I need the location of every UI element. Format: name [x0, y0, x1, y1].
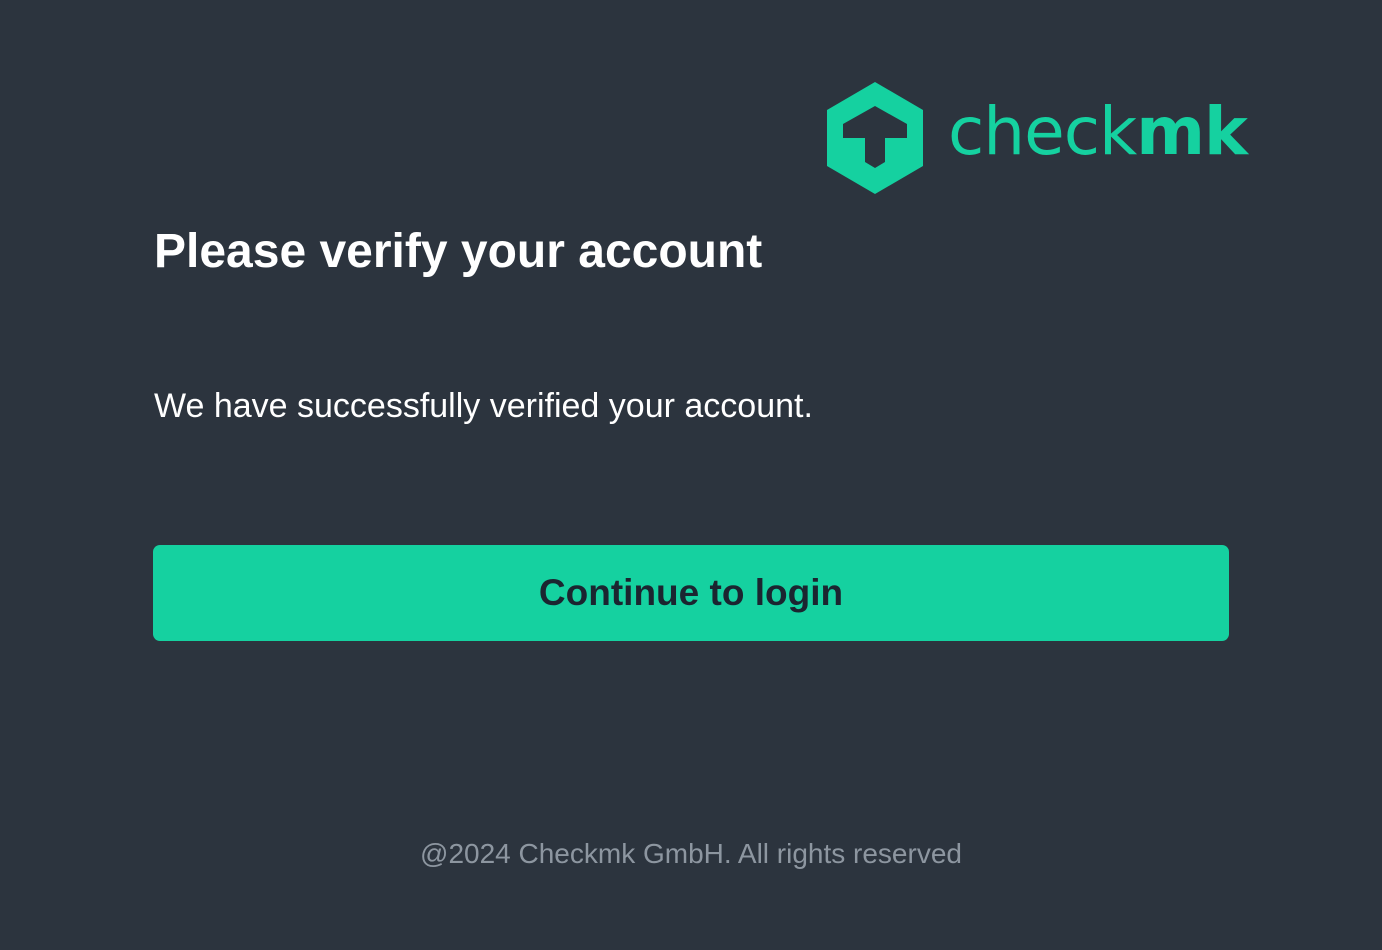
wordmark-bold: mk	[1136, 93, 1248, 170]
checkmk-logo: checkmk	[827, 82, 1248, 194]
wordmark-light: check	[948, 93, 1137, 170]
checkmk-hexagon-icon	[827, 82, 923, 194]
page-title: Please verify your account	[154, 225, 763, 278]
verification-message: We have successfully verified your accou…	[154, 387, 813, 425]
footer-copyright: @2024 Checkmk GmbH. All rights reserved	[420, 838, 962, 869]
continue-to-login-button[interactable]: Continue to login	[153, 545, 1229, 641]
checkmk-wordmark: checkmk	[948, 92, 1248, 172]
verification-page: checkmk Please verify your account We ha…	[0, 0, 1382, 950]
